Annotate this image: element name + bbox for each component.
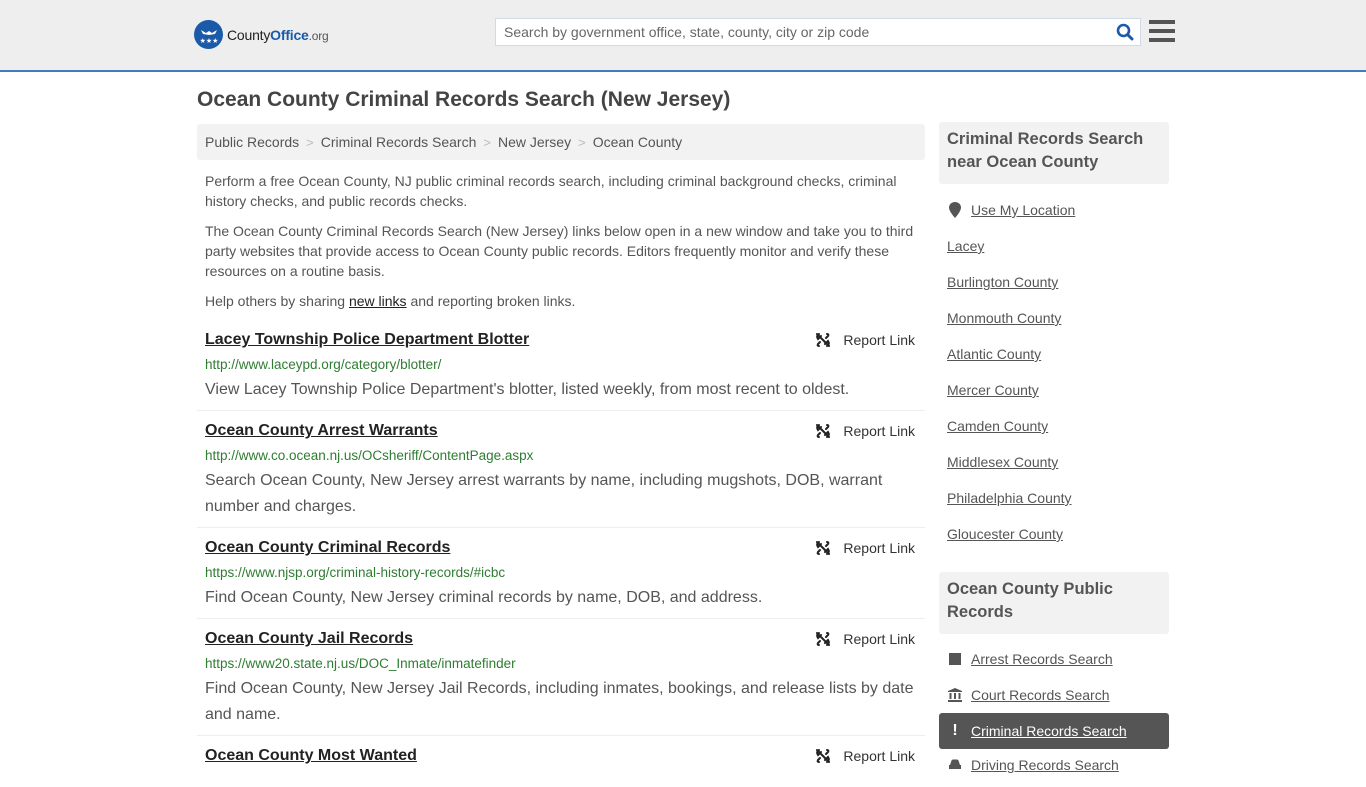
- broken-link-icon: [816, 749, 831, 763]
- intro-paragraph: Perform a free Ocean County, NJ public c…: [205, 173, 897, 209]
- report-link-button[interactable]: Report Link: [815, 423, 915, 439]
- breadcrumb-ocean-county[interactable]: Ocean County: [593, 134, 683, 150]
- listing-title-link[interactable]: Ocean County Jail Records: [205, 630, 413, 648]
- listing-item: Ocean County Arrest Warrants Report Link…: [197, 422, 925, 528]
- sidebar-item-driving-records-search[interactable]: Driving Records Search: [947, 757, 1119, 773]
- listing-title-link[interactable]: Ocean County Most Wanted: [205, 747, 417, 765]
- listing-description: Search Ocean County, New Jersey arrest w…: [205, 472, 883, 515]
- nearby-link-camden-county[interactable]: Camden County: [947, 418, 1048, 434]
- intro-paragraph: The Ocean County Criminal Records Search…: [205, 223, 914, 279]
- listing-title-link[interactable]: Lacey Township Police Department Blotter: [205, 331, 529, 349]
- report-link-button[interactable]: Report Link: [815, 631, 915, 647]
- car-icon: [947, 759, 963, 771]
- site-header: ★★★ CountyOffice.org: [0, 0, 1366, 72]
- listing-description: Find Ocean County, New Jersey criminal r…: [205, 589, 763, 606]
- broken-link-icon: [816, 333, 831, 347]
- map-pin-icon: [947, 202, 963, 218]
- report-link-button[interactable]: Report Link: [815, 748, 915, 764]
- breadcrumb-public-records[interactable]: Public Records: [205, 134, 299, 150]
- public-records-heading: Ocean County Public Records: [939, 572, 1169, 634]
- sidebar-item-arrest-records-search[interactable]: Arrest Records Search: [947, 651, 1113, 667]
- listing-item: Ocean County Jail Records Report Link ht…: [197, 630, 925, 736]
- listing-title-link[interactable]: Ocean County Criminal Records: [205, 539, 450, 557]
- use-my-location-link[interactable]: Use My Location: [947, 202, 1075, 218]
- intro-text: Perform a free Ocean County, NJ public c…: [205, 171, 920, 321]
- site-logo[interactable]: ★★★ CountyOffice.org: [194, 20, 329, 49]
- page-title: Ocean County Criminal Records Search (Ne…: [197, 88, 731, 111]
- report-link-button[interactable]: Report Link: [815, 332, 915, 348]
- search-button[interactable]: [1110, 19, 1140, 45]
- listing-title-link[interactable]: Ocean County Arrest Warrants: [205, 422, 438, 440]
- listing-item: Ocean County Criminal Records Report Lin…: [197, 539, 925, 619]
- nearby-link-monmouth-county[interactable]: Monmouth County: [947, 310, 1061, 326]
- nearby-link-gloucester-county[interactable]: Gloucester County: [947, 526, 1063, 542]
- nearby-link-atlantic-county[interactable]: Atlantic County: [947, 346, 1041, 362]
- listing-description: Find Ocean County, New Jersey Jail Recor…: [205, 680, 914, 723]
- menu-bar-icon: [1149, 38, 1175, 42]
- nearby-link-burlington-county[interactable]: Burlington County: [947, 274, 1058, 290]
- nearby-link-mercer-county[interactable]: Mercer County: [947, 382, 1039, 398]
- report-link-button[interactable]: Report Link: [815, 540, 915, 556]
- listing-description: View Lacey Township Police Department's …: [205, 381, 850, 398]
- new-links-link[interactable]: new links: [349, 293, 407, 309]
- listing-url: http://www.laceypd.org/category/blotter/: [205, 357, 442, 372]
- broken-link-icon: [816, 424, 831, 438]
- broken-link-icon: [816, 632, 831, 646]
- nearby-link-philadelphia-county[interactable]: Philadelphia County: [947, 490, 1072, 506]
- courthouse-icon: [947, 688, 963, 702]
- exclamation-icon: !: [952, 722, 958, 739]
- listing-url: https://www20.state.nj.us/DOC_Inmate/inm…: [205, 656, 516, 671]
- listing-item: Lacey Township Police Department Blotter…: [197, 331, 925, 411]
- breadcrumb-separator: >: [483, 134, 491, 150]
- breadcrumb-new-jersey[interactable]: New Jersey: [498, 134, 571, 150]
- search-icon: [1116, 23, 1134, 41]
- hamburger-menu-button[interactable]: [1149, 18, 1175, 44]
- nearby-link-middlesex-county[interactable]: Middlesex County: [947, 454, 1058, 470]
- sidebar-item-criminal-records-search[interactable]: ! Criminal Records Search: [939, 713, 1169, 749]
- help-paragraph: Help others by sharing new links and rep…: [205, 293, 576, 309]
- square-icon: [947, 653, 963, 665]
- listing-url: http://www.co.ocean.nj.us/OCsheriff/Cont…: [205, 448, 534, 463]
- breadcrumb-separator: >: [578, 134, 586, 150]
- breadcrumb-separator: >: [306, 134, 314, 150]
- breadcrumb: Public Records > Criminal Records Search…: [197, 124, 925, 160]
- nearby-heading: Criminal Records Search near Ocean Count…: [939, 122, 1169, 184]
- menu-bar-icon: [1149, 20, 1175, 24]
- broken-link-icon: [816, 541, 831, 555]
- sidebar-item-court-records-search[interactable]: Court Records Search: [947, 687, 1110, 703]
- breadcrumb-criminal-records-search[interactable]: Criminal Records Search: [321, 134, 477, 150]
- menu-bar-icon: [1149, 29, 1175, 33]
- svg-text:★★★: ★★★: [199, 37, 218, 45]
- search-input[interactable]: [496, 19, 1110, 45]
- nearby-link-lacey[interactable]: Lacey: [947, 238, 984, 254]
- listing-item: Ocean County Most Wanted Report Link: [197, 747, 925, 787]
- logo-wordmark: CountyOffice.org: [227, 26, 329, 43]
- search-bar: [495, 18, 1141, 46]
- eagle-stars-icon: ★★★: [194, 20, 223, 49]
- listing-url: https://www.njsp.org/criminal-history-re…: [205, 565, 506, 580]
